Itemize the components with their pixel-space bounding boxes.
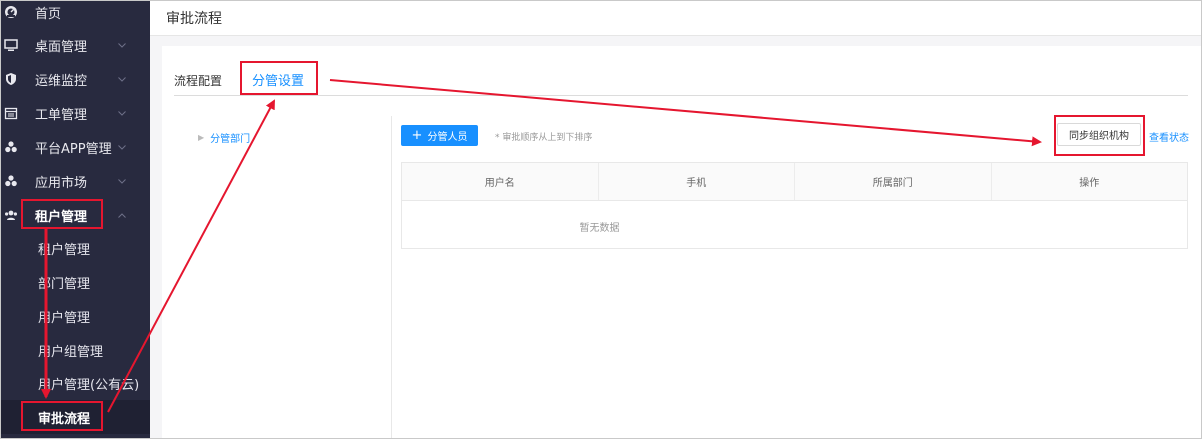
annotation-arrow-to-tab (107, 99, 275, 413)
annotation-arrows (41, 79, 1042, 413)
annotation-arrow-to-sync (329, 79, 1042, 147)
